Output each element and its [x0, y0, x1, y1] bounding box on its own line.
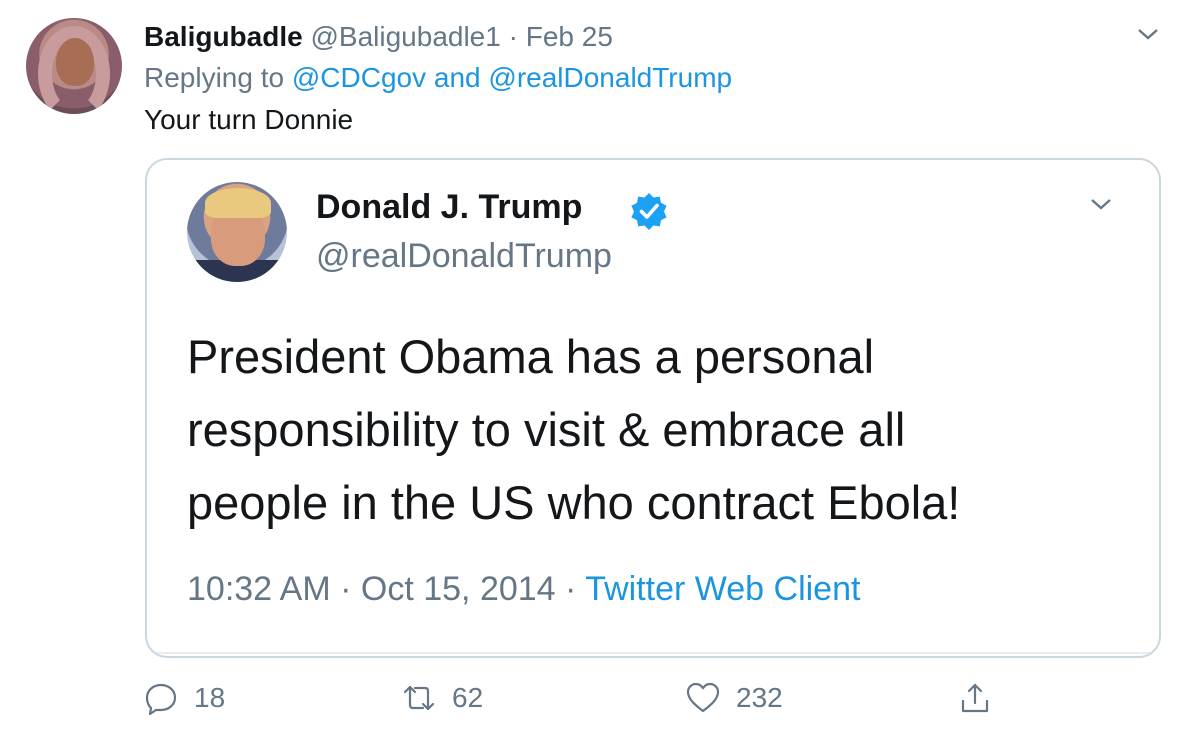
like-button[interactable]: 232	[686, 676, 783, 720]
chevron-down-icon[interactable]	[1089, 192, 1113, 216]
divider	[147, 652, 1159, 654]
quoted-tweet-text: President Obama has a personal responsib…	[187, 320, 1137, 539]
reply-and-text: and	[433, 62, 481, 93]
chevron-down-icon[interactable]	[1136, 22, 1160, 46]
reply-mention-realdonaldtrump[interactable]: @realDonaldTrump	[488, 62, 732, 93]
quoted-tweet-meta: 10:32 AM · Oct 15, 2014 · Twitter Web Cl…	[187, 569, 860, 609]
quoted-author-avatar[interactable]	[187, 182, 287, 282]
quoted-text-line: people in the US who contract Ebola!	[187, 476, 961, 529]
quoted-text-line: President Obama has a personal	[187, 330, 875, 383]
quoted-tweet[interactable]: Donald J. Trump @realDonaldTrump Preside…	[145, 158, 1161, 658]
retweet-count: 62	[452, 682, 484, 713]
tweet-header: Baligubadle @Baligubadle1 · Feb 25	[144, 20, 613, 54]
quoted-tweet-date[interactable]: Oct 15, 2014	[361, 570, 556, 608]
like-count: 232	[736, 682, 783, 713]
like-icon	[686, 682, 720, 713]
tweet-date[interactable]: Feb 25	[526, 21, 613, 52]
replying-to-label: Replying to	[144, 62, 285, 93]
tweet-actions: 18 62 232	[144, 676, 1024, 720]
reply-mention-cdcgov[interactable]: @CDCgov	[292, 62, 426, 93]
retweet-icon	[403, 685, 435, 711]
retweet-button[interactable]: 62	[402, 676, 483, 720]
author-avatar[interactable]	[26, 18, 122, 114]
quoted-tweet-source[interactable]: Twitter Web Client	[585, 570, 860, 608]
share-icon	[961, 683, 989, 713]
header-separator: ·	[508, 21, 518, 52]
reply-icon	[145, 683, 177, 715]
verified-badge-icon	[629, 191, 669, 231]
quoted-author-handle[interactable]: @realDonaldTrump	[316, 236, 612, 276]
reply-count: 18	[194, 682, 226, 713]
tweet-text: Your turn Donnie	[144, 104, 354, 135]
meta-separator: ·	[340, 570, 352, 608]
quoted-text-line: responsibility to visit & embrace all	[187, 403, 906, 456]
tweet[interactable]: Baligubadle @Baligubadle1 · Feb 25 Reply…	[0, 0, 1190, 736]
replying-to: Replying to @CDCgov and @realDonaldTrump	[144, 61, 732, 95]
meta-separator: ·	[565, 570, 577, 608]
share-button[interactable]	[958, 676, 992, 720]
author-display-name[interactable]: Baligubadle	[144, 21, 303, 52]
quoted-tweet-time[interactable]: 10:32 AM	[187, 570, 331, 608]
reply-button[interactable]: 18	[144, 676, 225, 720]
author-handle[interactable]: @Baligubadle1	[310, 21, 500, 52]
quoted-author-display-name[interactable]: Donald J. Trump	[316, 187, 582, 227]
